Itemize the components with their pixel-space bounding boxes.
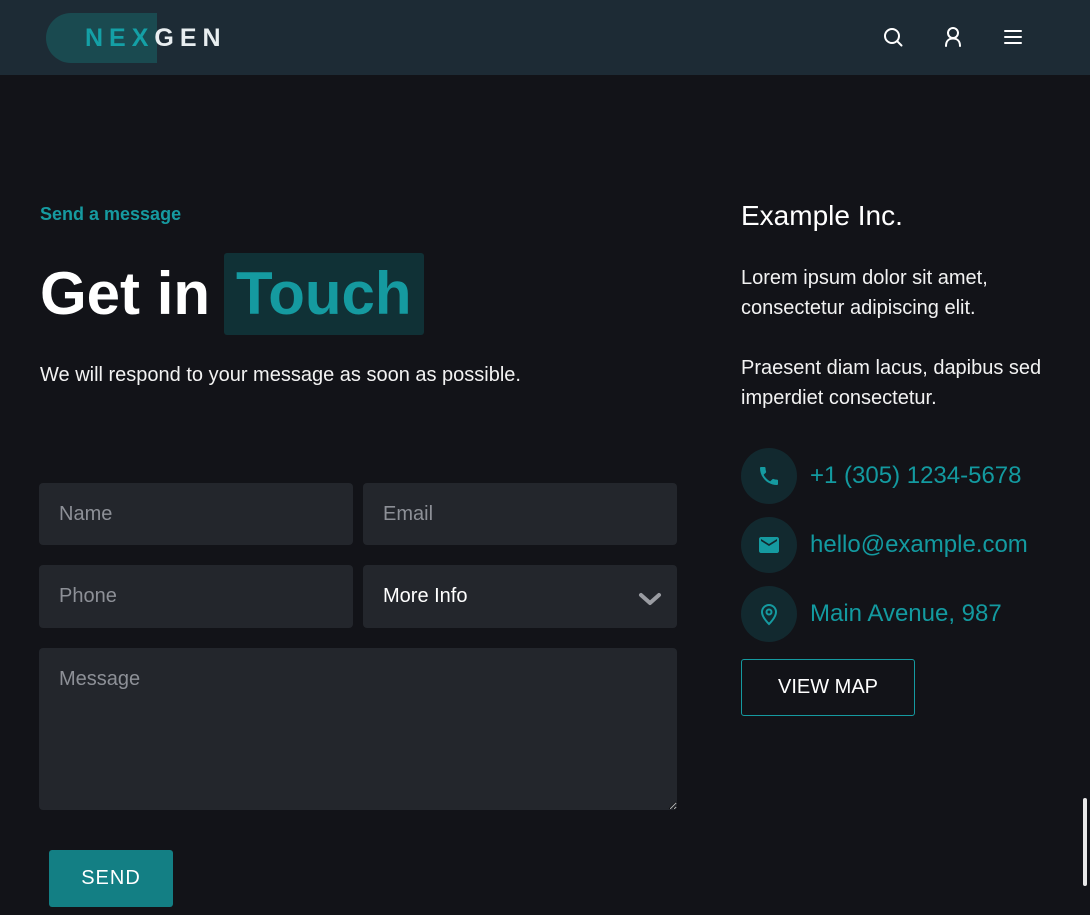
address-link[interactable]: Main Avenue, 987 [810, 599, 1002, 629]
view-map-button[interactable]: VIEW MAP [741, 659, 915, 716]
page-title: Get in Touch [40, 253, 424, 335]
phone-input[interactable] [39, 565, 353, 628]
select-value: More Info [383, 585, 468, 607]
user-icon[interactable] [942, 26, 964, 48]
email-input[interactable] [363, 483, 677, 545]
logo-text: NEXGEN [85, 24, 227, 52]
location-pin-icon [741, 586, 797, 642]
lead-text: We will respond to your message as soon … [40, 364, 521, 386]
send-button[interactable]: SEND [49, 850, 173, 907]
chevron-down-icon [637, 590, 663, 608]
email-link[interactable]: hello@example.com [810, 530, 1028, 560]
title-part-get-in: Get in [40, 260, 211, 327]
search-icon[interactable] [882, 26, 904, 48]
phone-number-link[interactable]: +1 (305) 1234-5678 [810, 461, 1022, 491]
logo[interactable]: NEXGEN [46, 13, 236, 63]
scrollbar[interactable] [1083, 798, 1087, 886]
phone-icon [741, 448, 797, 504]
contact-phone: +1 (305) 1234-5678 [741, 448, 1022, 504]
contact-email: hello@example.com [741, 517, 1028, 573]
contact-address: Main Avenue, 987 [741, 586, 1002, 642]
company-description-1: Lorem ipsum dolor sit amet, consectetur … [741, 267, 988, 319]
company-description-2: Praesent diam lacus, dapibus sed imperdi… [741, 357, 1042, 409]
name-input[interactable] [39, 483, 353, 545]
logo-part-gen: GEN [154, 24, 227, 52]
title-part-touch: Touch [224, 253, 424, 335]
mail-icon [741, 517, 797, 573]
more-info-select[interactable]: More Info [363, 565, 677, 628]
message-textarea[interactable] [39, 648, 677, 810]
company-name: Example Inc. [741, 200, 903, 231]
menu-icon[interactable] [1002, 26, 1024, 48]
logo-part-nex: NEX [85, 24, 155, 52]
section-eyebrow: Send a message [40, 204, 182, 224]
top-navbar: NEXGEN [0, 0, 1090, 75]
